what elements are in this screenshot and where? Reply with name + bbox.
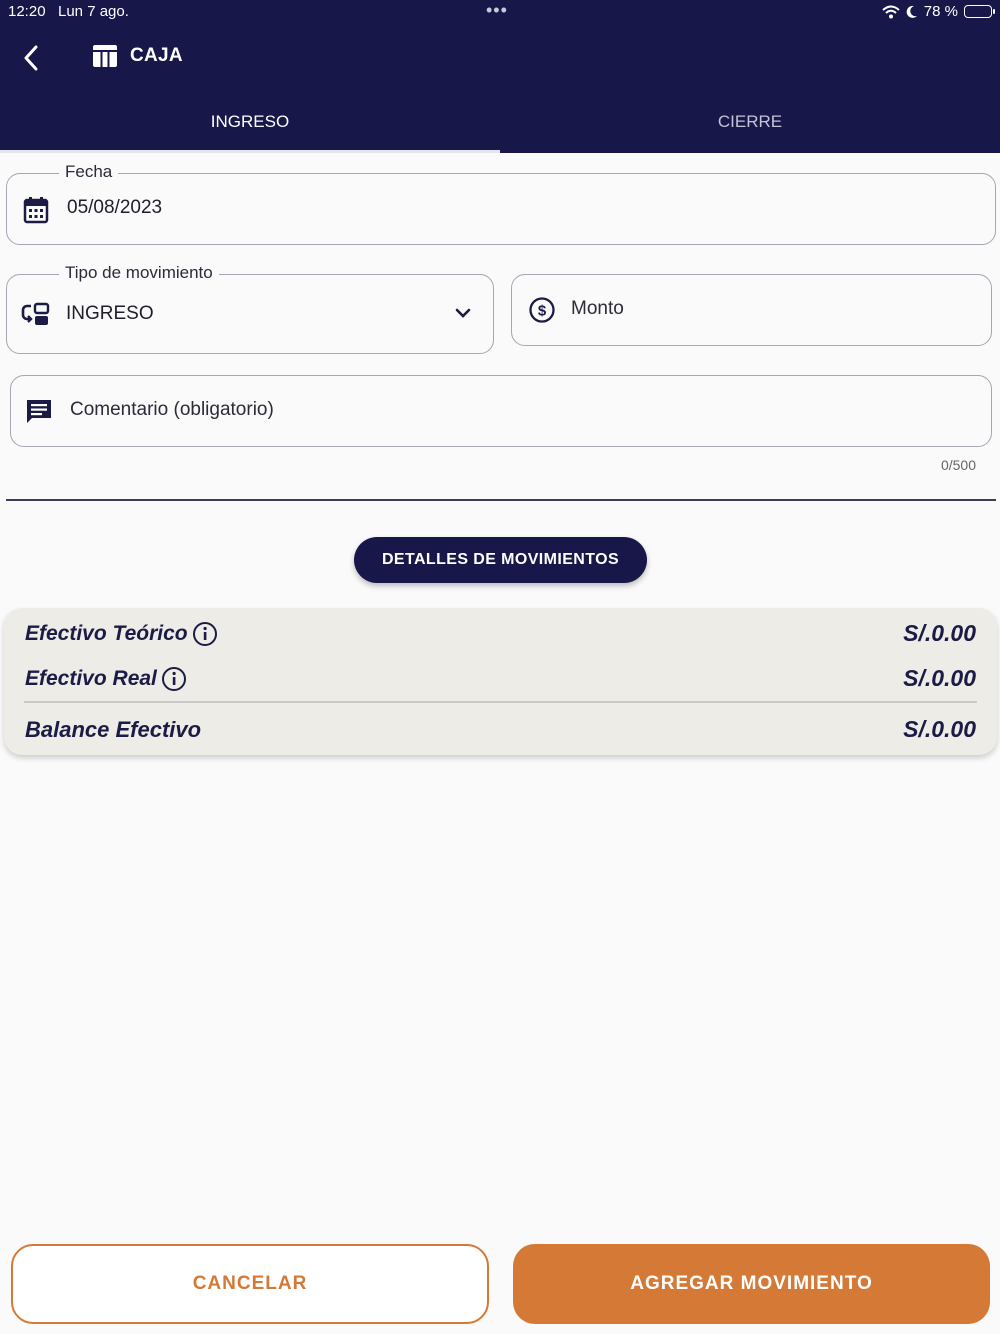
chevron-left-icon	[24, 45, 38, 71]
summary-divider	[24, 701, 977, 703]
info-icon[interactable]	[161, 666, 187, 692]
real-cash-value: S/.0.00	[903, 665, 976, 691]
status-bar: 12:20 Lun 7 ago. ••• 78 %	[0, 0, 1000, 24]
swap-icon	[21, 302, 51, 328]
moon-icon	[906, 5, 917, 18]
date-field[interactable]: Fecha 05/08/2023	[6, 162, 996, 245]
theoretical-cash-value: S/.0.00	[903, 620, 976, 646]
tab-cierre[interactable]: CIERRE	[500, 100, 1000, 153]
comment-counter: 0/500	[940, 457, 976, 473]
multitask-dots[interactable]: •••	[486, 0, 508, 21]
movement-type-select[interactable]: Tipo de movimiento INGRESO	[6, 263, 494, 354]
section-divider	[6, 499, 996, 501]
table-icon	[93, 45, 117, 67]
tab-bar: INGRESO CIERRE	[0, 100, 1000, 153]
amount-placeholder: Monto	[571, 298, 624, 319]
cancel-button[interactable]: CANCELAR	[11, 1244, 489, 1324]
dollar-circle-icon: $	[528, 296, 556, 324]
status-time: 12:20	[8, 3, 46, 20]
movement-type-value: INGRESO	[66, 303, 154, 324]
real-cash-row: Efectivo Real S/.0.00	[25, 665, 976, 692]
calendar-icon	[23, 196, 49, 224]
comment-placeholder: Comentario (obligatorio)	[70, 399, 274, 420]
real-cash-label: Efectivo Real	[25, 666, 157, 690]
app-header: 12:20 Lun 7 ago. ••• 78 % CAJA INGRESO C…	[0, 0, 1000, 153]
page-title: CAJA	[130, 45, 183, 66]
theoretical-cash-label: Efectivo Teórico	[25, 621, 188, 645]
movement-details-button[interactable]: DETALLES DE MOVIMIENTOS	[354, 537, 647, 583]
add-movement-button[interactable]: AGREGAR MOVIMIENTO	[513, 1244, 990, 1324]
comment-field[interactable]: Comentario (obligatorio)	[10, 375, 992, 447]
page-title-row: CAJA	[92, 44, 183, 68]
balance-value: S/.0.00	[903, 716, 976, 742]
theoretical-cash-row: Efectivo Teórico S/.0.00	[25, 620, 976, 647]
battery-percent: 78 %	[923, 3, 958, 20]
date-field-label: Fecha	[59, 162, 119, 182]
wifi-icon	[882, 5, 900, 18]
back-button[interactable]	[16, 40, 46, 76]
status-date: Lun 7 ago.	[58, 3, 129, 20]
balance-label: Balance Efectivo	[25, 716, 202, 742]
date-value: 05/08/2023	[67, 197, 163, 218]
status-right: 78 %	[882, 3, 995, 20]
tab-ingreso[interactable]: INGRESO	[0, 100, 500, 153]
comment-icon	[25, 398, 53, 426]
movement-type-label: Tipo de movimiento	[59, 263, 219, 283]
svg-text:$: $	[538, 303, 547, 320]
cash-summary-card: Efectivo Teórico S/.0.00 Efectivo Real S…	[4, 608, 997, 755]
amount-field[interactable]: $ Monto	[511, 274, 992, 346]
battery-icon	[964, 5, 995, 18]
info-icon[interactable]	[192, 621, 218, 647]
balance-row: Balance Efectivo S/.0.00	[25, 716, 976, 743]
chevron-down-icon	[455, 307, 471, 319]
